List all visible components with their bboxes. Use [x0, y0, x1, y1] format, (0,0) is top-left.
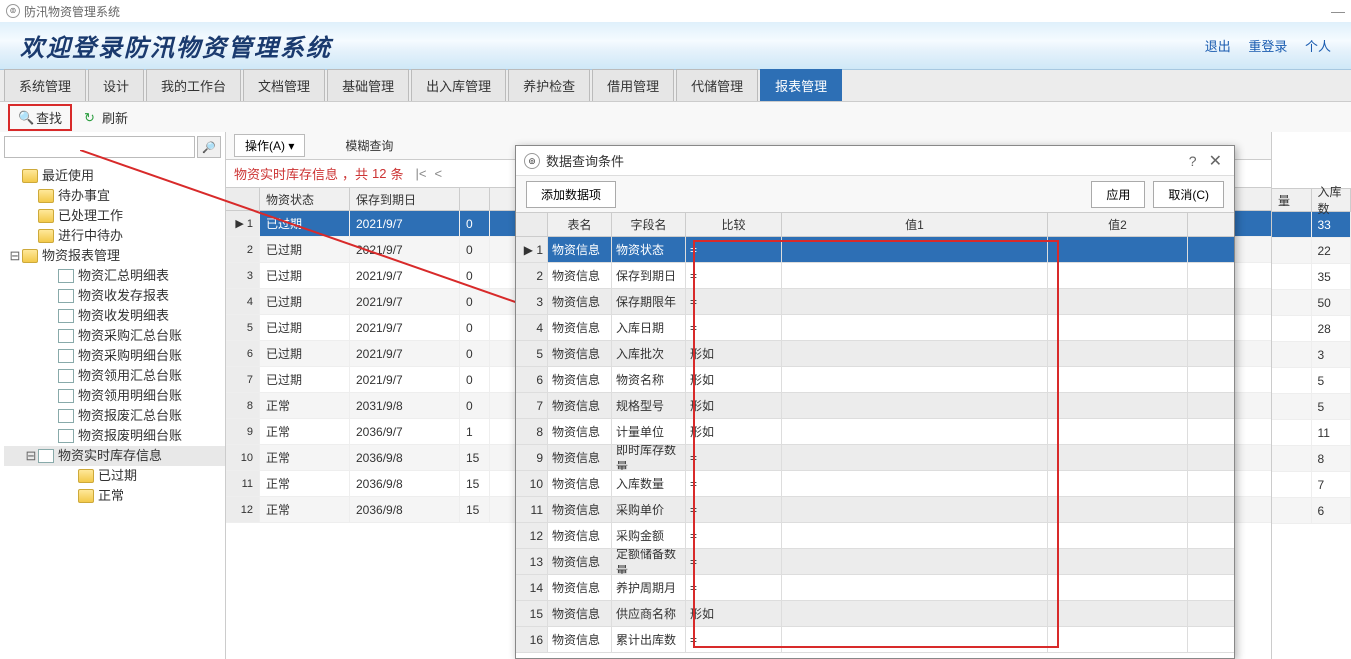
banner-links: 退出 重登录 个人: [1191, 36, 1331, 55]
tree-node[interactable]: 正常: [4, 486, 225, 506]
col-status[interactable]: 物资状态: [260, 188, 350, 210]
tree-node[interactable]: ⊟物资实时库存信息: [4, 446, 225, 466]
table-row[interactable]: 11: [1272, 420, 1351, 446]
filter-row[interactable]: 5物资信息入库批次形如: [516, 341, 1234, 367]
tree-node[interactable]: 已过期: [4, 466, 225, 486]
filter-row[interactable]: ▶ 1物资信息物资状态=: [516, 237, 1234, 263]
menu-3[interactable]: 文档管理: [243, 69, 325, 101]
tree-node[interactable]: 待办事宜: [4, 186, 225, 206]
refresh-icon: ↻: [84, 110, 98, 124]
filter-row[interactable]: 6物资信息物资名称形如: [516, 367, 1234, 393]
table-row[interactable]: 5: [1272, 394, 1351, 420]
menu-6[interactable]: 养护检查: [508, 69, 590, 101]
dialog-grid: 表名 字段名 比较 值1 值2 ▶ 1物资信息物资状态=2物资信息保存到期日=3…: [516, 212, 1234, 658]
filter-row[interactable]: 13物资信息定额储备数量=: [516, 549, 1234, 575]
tree-node[interactable]: 物资领用汇总台账: [4, 366, 225, 386]
filter-row[interactable]: 3物资信息保存期限年=: [516, 289, 1234, 315]
table-row[interactable]: 6: [1272, 498, 1351, 524]
menu-7[interactable]: 借用管理: [592, 69, 674, 101]
tree-node[interactable]: 物资收发明细表: [4, 306, 225, 326]
filter-row[interactable]: 16物资信息累计出库数=: [516, 627, 1234, 653]
sub-toolbar: 🔍 查找 ↻ 刷新: [0, 102, 1351, 132]
col-val[interactable]: [460, 188, 490, 210]
col-date[interactable]: 保存到期日: [350, 188, 460, 210]
menu-1[interactable]: 设计: [88, 69, 144, 101]
tree-node[interactable]: 进行中待办: [4, 226, 225, 246]
tree-node[interactable]: 物资报废汇总台账: [4, 406, 225, 426]
menu-0[interactable]: 系统管理: [4, 69, 86, 101]
tree-node[interactable]: 物资采购明细台账: [4, 346, 225, 366]
table-row[interactable]: 3: [1272, 342, 1351, 368]
relogin-link[interactable]: 重登录: [1248, 39, 1287, 54]
right-columns: 量 入库数 332235502835511876: [1271, 132, 1351, 659]
sidebar: 🔎 最近使用待办事宜已处理工作进行中待办⊟物资报表管理物资汇总明细表物资收发存报…: [0, 132, 226, 659]
find-button[interactable]: 🔍 查找: [8, 104, 72, 131]
apply-button[interactable]: 应用: [1091, 181, 1145, 208]
filter-row[interactable]: 7物资信息规格型号形如: [516, 393, 1234, 419]
logout-link[interactable]: 退出: [1205, 39, 1231, 54]
sidebar-search: 🔎: [0, 132, 225, 162]
fuzzy-query-label: 模糊查询: [345, 137, 393, 154]
filter-row[interactable]: 8物资信息计量单位形如: [516, 419, 1234, 445]
table-row[interactable]: 35: [1272, 264, 1351, 290]
app-icon: ⊚: [6, 4, 20, 18]
app-title: 防汛物资管理系统: [24, 3, 120, 20]
table-row[interactable]: 28: [1272, 316, 1351, 342]
sidebar-search-go[interactable]: 🔎: [197, 136, 221, 158]
nav-tree: 最近使用待办事宜已处理工作进行中待办⊟物资报表管理物资汇总明细表物资收发存报表物…: [0, 162, 225, 506]
filter-row[interactable]: 4物资信息入库日期=: [516, 315, 1234, 341]
table-row[interactable]: 33: [1272, 212, 1351, 238]
dialog-grid-header: 表名 字段名 比较 值1 值2: [516, 213, 1234, 237]
menu-2[interactable]: 我的工作台: [146, 69, 241, 101]
tree-node[interactable]: 物资领用明细台账: [4, 386, 225, 406]
sidebar-search-input[interactable]: [4, 136, 195, 158]
search-icon: 🔍: [18, 110, 32, 124]
personal-link[interactable]: 个人: [1305, 39, 1331, 54]
tree-node[interactable]: 已处理工作: [4, 206, 225, 226]
banner: 欢迎登录防汛物资管理系统 退出 重登录 个人: [0, 22, 1351, 70]
table-row[interactable]: 8: [1272, 446, 1351, 472]
operation-dropdown[interactable]: 操作(A) ▾: [234, 134, 305, 157]
filter-row[interactable]: 2物资信息保存到期日=: [516, 263, 1234, 289]
filter-row[interactable]: 14物资信息养护周期月=: [516, 575, 1234, 601]
table-row[interactable]: 7: [1272, 472, 1351, 498]
query-dialog: ⊚ 数据查询条件 ? ✕ 添加数据项 应用 取消(C) 表名 字段名 比较 值1…: [515, 145, 1235, 659]
refresh-button[interactable]: ↻ 刷新: [84, 108, 128, 127]
dialog-icon: ⊚: [524, 153, 540, 169]
table-row[interactable]: 22: [1272, 238, 1351, 264]
dialog-titlebar: ⊚ 数据查询条件 ? ✕: [516, 146, 1234, 176]
dialog-toolbar: 添加数据项 应用 取消(C): [516, 176, 1234, 212]
tree-node[interactable]: 物资报废明细台账: [4, 426, 225, 446]
cancel-button[interactable]: 取消(C): [1153, 181, 1224, 208]
window-minimize-icon[interactable]: —: [1331, 3, 1345, 19]
close-icon[interactable]: ✕: [1205, 151, 1226, 171]
menu-4[interactable]: 基础管理: [327, 69, 409, 101]
tree-node[interactable]: 物资采购汇总台账: [4, 326, 225, 346]
right-header: 量 入库数: [1272, 188, 1351, 212]
tree-node[interactable]: 最近使用: [4, 166, 225, 186]
dialog-title: 数据查询条件: [546, 151, 624, 170]
menu-8[interactable]: 代储管理: [676, 69, 758, 101]
menu-5[interactable]: 出入库管理: [411, 69, 506, 101]
tree-node[interactable]: 物资收发存报表: [4, 286, 225, 306]
filter-row[interactable]: 15物资信息供应商名称形如: [516, 601, 1234, 627]
menu-9[interactable]: 报表管理: [760, 69, 842, 101]
pager-prev-icon[interactable]: <: [432, 166, 444, 181]
banner-title: 欢迎登录防汛物资管理系统: [20, 28, 332, 63]
filter-row[interactable]: 9物资信息即时库存数量=: [516, 445, 1234, 471]
table-row[interactable]: 5: [1272, 368, 1351, 394]
menubar: 系统管理设计我的工作台文档管理基础管理出入库管理养护检查借用管理代储管理报表管理: [0, 70, 1351, 102]
help-icon[interactable]: ?: [1181, 153, 1205, 169]
pager-first-icon[interactable]: |<: [414, 166, 429, 181]
pager: |< <: [414, 166, 445, 181]
tree-node[interactable]: ⊟物资报表管理: [4, 246, 225, 266]
titlebar: ⊚ 防汛物资管理系统 —: [0, 0, 1351, 22]
filter-row[interactable]: 11物资信息采购单价=: [516, 497, 1234, 523]
filter-row[interactable]: 12物资信息采购金额=: [516, 523, 1234, 549]
add-data-item-button[interactable]: 添加数据项: [526, 181, 616, 208]
table-row[interactable]: 50: [1272, 290, 1351, 316]
tree-node[interactable]: 物资汇总明细表: [4, 266, 225, 286]
filter-row[interactable]: 10物资信息入库数量=: [516, 471, 1234, 497]
